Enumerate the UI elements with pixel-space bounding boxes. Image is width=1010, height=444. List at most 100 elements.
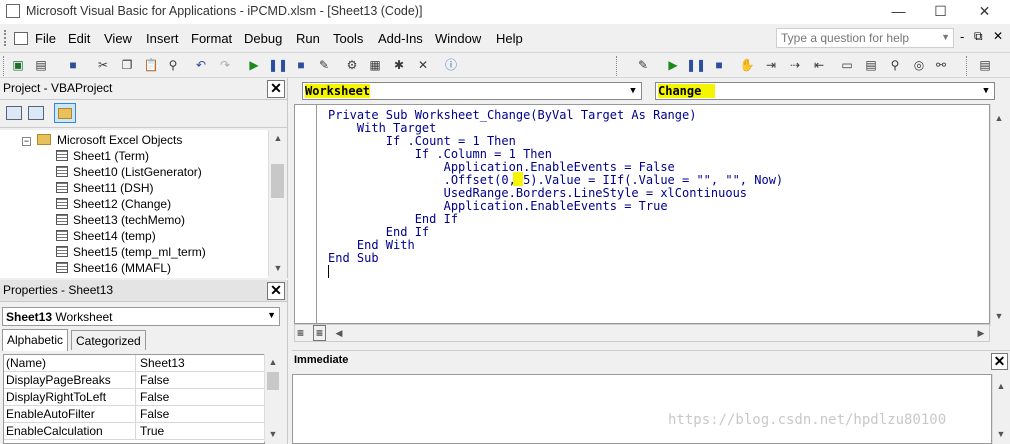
property-value[interactable]: False	[140, 389, 169, 405]
system-menu-icon[interactable]	[14, 32, 28, 45]
menu-edit[interactable]: Edit	[68, 31, 90, 46]
watch-window-icon[interactable]: ⚲	[886, 57, 904, 74]
close-button[interactable]: ✕	[962, 0, 1007, 24]
insert-module-icon[interactable]: ▤	[32, 57, 50, 74]
tree-item-sheet15[interactable]: Sheet15 (temp_ml_term)	[56, 244, 206, 260]
tree-item-sheet13[interactable]: Sheet13 (techMemo)	[56, 212, 185, 228]
help-search-input[interactable]: Type a question for help ▼	[776, 28, 954, 48]
scroll-up-icon[interactable]: ▲	[993, 378, 1009, 394]
scroll-down-icon[interactable]: ▼	[993, 426, 1009, 442]
scroll-down-icon[interactable]: ▼	[265, 426, 281, 442]
chevron-down-icon[interactable]: ▼	[267, 310, 276, 320]
menu-view[interactable]: View	[104, 31, 132, 46]
property-row[interactable]: DisplayPageBreaks False	[4, 372, 266, 389]
find-icon[interactable]: ⚲	[164, 57, 182, 74]
cut-icon[interactable]: ✂	[94, 57, 112, 74]
minimize-button[interactable]: —	[876, 0, 921, 24]
toggle-breakpoint-icon[interactable]: ✋	[738, 57, 756, 74]
object-select[interactable]: Sheet13 Worksheet ▼	[2, 307, 280, 326]
procedure-view-icon[interactable]: ≡	[297, 326, 304, 340]
redo-icon[interactable]: ↷	[216, 57, 234, 74]
paste-icon[interactable]: 📋	[142, 57, 160, 74]
property-row[interactable]: DisplayRightToLeft False	[4, 389, 266, 406]
tree-item-sheet11[interactable]: Sheet11 (DSH)	[56, 180, 153, 196]
immediate-window-icon[interactable]: ▤	[862, 57, 880, 74]
design-mode-icon[interactable]: ✎	[634, 57, 652, 74]
menu-insert[interactable]: Insert	[146, 31, 179, 46]
reset-icon[interactable]: ■	[292, 57, 310, 74]
properties-window-icon[interactable]: ▦	[366, 57, 384, 74]
close-icon[interactable]: ✕	[991, 353, 1008, 370]
scroll-up-icon[interactable]: ▲	[265, 354, 281, 370]
full-module-view-icon[interactable]: ≡	[313, 325, 327, 341]
run-icon[interactable]: ▶	[664, 57, 682, 74]
doc-minimize-button[interactable]: -	[960, 29, 964, 44]
code-hscroll[interactable]: ≡ ≡ ◀ ▶	[294, 324, 990, 342]
menu-format[interactable]: Format	[191, 31, 232, 46]
close-icon[interactable]: ✕	[267, 282, 285, 300]
code-vscroll[interactable]: ▲ ▼	[990, 104, 1006, 326]
scroll-down-icon[interactable]: ▼	[991, 308, 1007, 324]
tree-item-sheet12[interactable]: Sheet12 (Change)	[56, 196, 171, 212]
scroll-thumb[interactable]	[271, 164, 284, 198]
immediate-vscroll[interactable]: ▲ ▼	[992, 374, 1008, 444]
project-explorer-icon[interactable]: ⚙	[343, 57, 361, 74]
properties-scrollbar[interactable]: ▲ ▼	[264, 354, 280, 442]
menu-window[interactable]: Window	[435, 31, 481, 46]
copy-icon[interactable]: ❐	[118, 57, 136, 74]
view-excel-icon[interactable]: ▣	[9, 57, 27, 74]
code-line[interactable]: End Sub	[328, 252, 379, 265]
undo-icon[interactable]: ↶	[192, 57, 210, 74]
scroll-up-icon[interactable]: ▲	[270, 130, 286, 146]
reset-icon[interactable]: ■	[710, 57, 728, 74]
maximize-button[interactable]: ☐	[918, 0, 963, 24]
property-value[interactable]: False	[140, 372, 169, 388]
step-over-icon[interactable]: ⇢	[786, 57, 804, 74]
step-out-icon[interactable]: ⇤	[810, 57, 828, 74]
tree-folder-excel-objects[interactable]: − Microsoft Excel Objects	[22, 132, 182, 148]
property-row[interactable]: EnableCalculation True	[4, 423, 266, 440]
chevron-down-icon[interactable]: ▼	[626, 84, 640, 98]
property-value[interactable]: Sheet13	[140, 355, 185, 371]
menu-tools[interactable]: Tools	[333, 31, 363, 46]
menu-addins[interactable]: Add-Ins	[378, 31, 423, 46]
chevron-down-icon[interactable]: ▼	[941, 32, 950, 42]
tab-categorized[interactable]: Categorized	[71, 330, 146, 350]
doc-close-button[interactable]: ✕	[993, 29, 1003, 43]
menu-file[interactable]: File	[35, 31, 56, 46]
menu-debug[interactable]: Debug	[244, 31, 282, 46]
tab-alphabetic[interactable]: Alphabetic	[2, 329, 69, 351]
procedure-combo[interactable]: Change ▼	[655, 82, 995, 100]
property-value[interactable]: False	[140, 406, 169, 422]
scroll-down-icon[interactable]: ▼	[270, 260, 286, 276]
property-row[interactable]: (Name) Sheet13	[4, 355, 266, 372]
edit-toolbar-icon[interactable]: ▤	[976, 57, 994, 74]
immediate-input[interactable]	[292, 374, 992, 444]
view-code-icon[interactable]	[6, 106, 22, 120]
break-icon[interactable]: ❚❚	[686, 57, 706, 74]
help-icon[interactable]: ⓘ	[442, 57, 460, 74]
tree-item-sheet1[interactable]: Sheet1 (Term)	[56, 148, 149, 164]
scroll-left-icon[interactable]: ◀	[331, 325, 347, 341]
toolbox-icon[interactable]: ✕	[414, 57, 432, 74]
object-combo[interactable]: Worksheet ▼	[302, 82, 642, 100]
margin-indicator-bar[interactable]	[295, 105, 317, 323]
tree-item-sheet10[interactable]: Sheet10 (ListGenerator)	[56, 164, 202, 180]
menu-run[interactable]: Run	[296, 31, 320, 46]
doc-restore-button[interactable]: ⧉	[974, 29, 983, 44]
tree-item-sheet14[interactable]: Sheet14 (temp)	[56, 228, 156, 244]
design-mode-icon[interactable]: ✎	[315, 57, 333, 74]
object-browser-icon[interactable]: ✱	[390, 57, 408, 74]
run-icon[interactable]: ▶	[245, 57, 263, 74]
break-icon[interactable]: ❚❚	[268, 57, 288, 74]
scroll-thumb[interactable]	[267, 372, 279, 390]
property-value[interactable]: True	[140, 423, 164, 439]
step-into-icon[interactable]: ⇥	[762, 57, 780, 74]
collapse-icon[interactable]: −	[22, 137, 31, 146]
toggle-folders-icon[interactable]	[54, 103, 76, 123]
code-editor[interactable]: Private Sub Worksheet_Change(ByVal Targe…	[294, 104, 990, 324]
quick-watch-icon[interactable]: ◎	[910, 57, 928, 74]
chevron-down-icon[interactable]: ▼	[979, 84, 993, 98]
tree-item-sheet16[interactable]: Sheet16 (MMAFL)	[56, 260, 171, 276]
call-stack-icon[interactable]: ⚯	[932, 57, 950, 74]
